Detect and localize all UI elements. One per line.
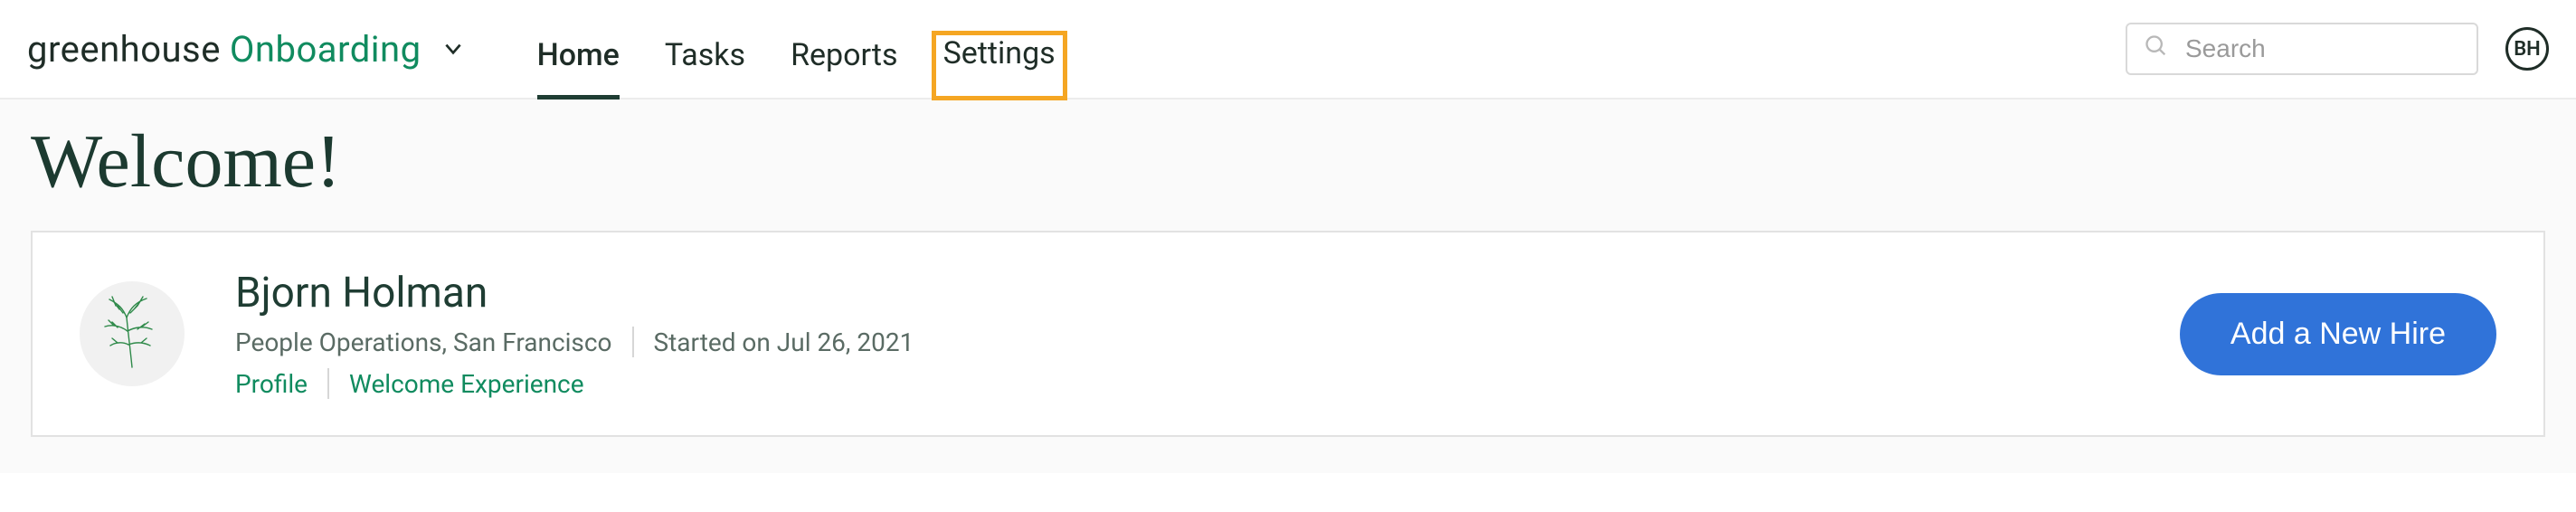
brand[interactable]: greenhouse Onboarding xyxy=(27,28,465,71)
hire-name: Bjorn Holman xyxy=(235,269,2180,318)
primary-nav: Home Tasks Reports Settings xyxy=(537,0,1056,98)
search-icon xyxy=(2144,33,2185,65)
brand-name: greenhouse xyxy=(27,28,221,71)
divider xyxy=(632,327,634,357)
hire-info: Bjorn Holman People Operations, San Fran… xyxy=(235,269,2180,399)
hire-profile-link[interactable]: Profile xyxy=(235,369,308,399)
nav-reports[interactable]: Reports xyxy=(791,37,898,100)
nav-settings[interactable]: Settings xyxy=(934,33,1065,98)
hire-meta: People Operations, San Francisco Started… xyxy=(235,327,2180,357)
search-box[interactable] xyxy=(2126,23,2478,75)
top-nav: greenhouse Onboarding Home Tasks Reports… xyxy=(0,0,2576,100)
nav-label: Home xyxy=(537,37,620,73)
hire-card: Bjorn Holman People Operations, San Fran… xyxy=(31,231,2545,437)
page-title: Welcome! xyxy=(31,118,2545,205)
brand-product: Onboarding xyxy=(230,28,421,71)
chevron-down-icon[interactable] xyxy=(441,37,465,61)
divider xyxy=(327,368,329,399)
user-initials: BH xyxy=(2514,38,2541,61)
search-input[interactable] xyxy=(2185,34,2512,63)
add-new-hire-button[interactable]: Add a New Hire xyxy=(2180,293,2496,375)
nav-tasks[interactable]: Tasks xyxy=(665,37,745,100)
nav-home[interactable]: Home xyxy=(537,37,620,100)
nav-label: Reports xyxy=(791,37,898,73)
hire-welcome-link[interactable]: Welcome Experience xyxy=(349,369,584,399)
hire-links: Profile Welcome Experience xyxy=(235,368,2180,399)
user-menu-avatar[interactable]: BH xyxy=(2505,27,2549,71)
hire-dept-loc: People Operations, San Francisco xyxy=(235,327,612,357)
plant-icon xyxy=(87,286,177,383)
nav-label: Tasks xyxy=(665,37,745,73)
hire-start-date: Started on Jul 26, 2021 xyxy=(654,327,914,357)
page-body: Welcome! Bjorn Holman xyxy=(0,100,2576,473)
hire-avatar xyxy=(80,281,185,386)
nav-label: Settings xyxy=(943,35,1056,71)
